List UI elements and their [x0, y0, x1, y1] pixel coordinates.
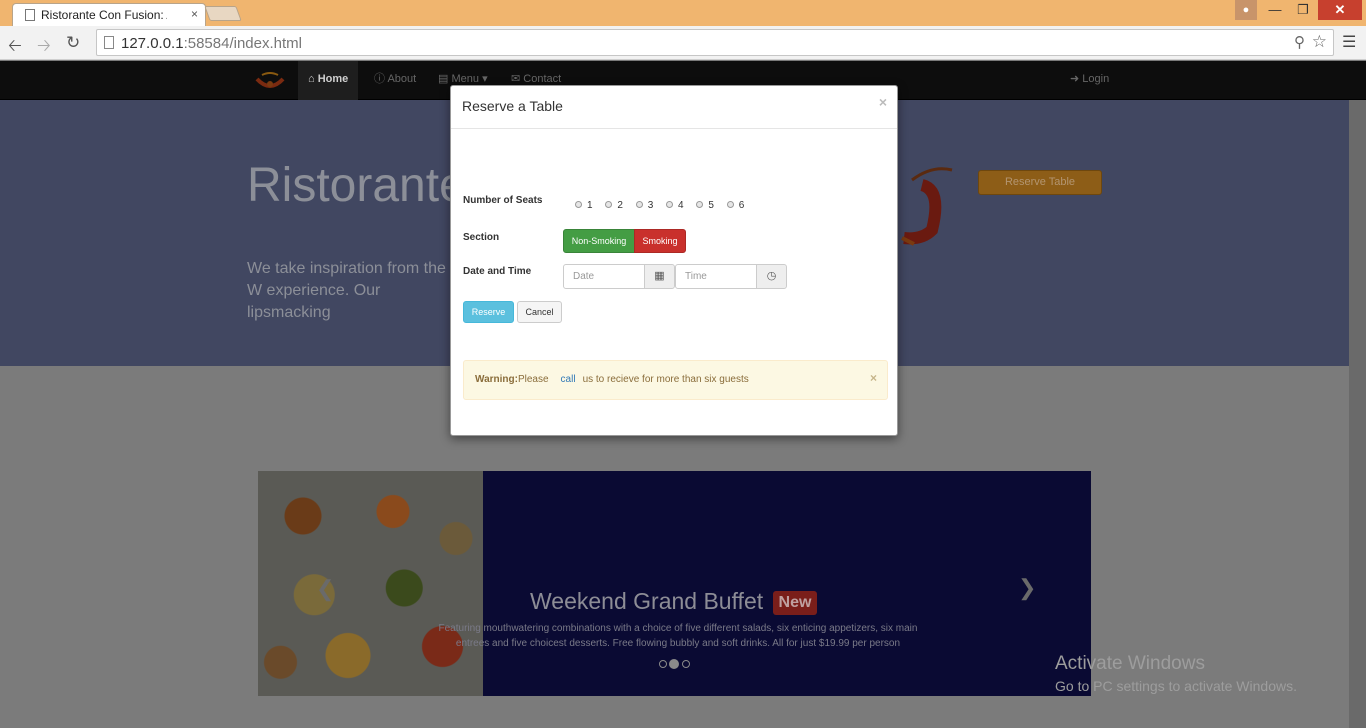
- radio-button[interactable]: [635, 201, 643, 208]
- carousel-title: Weekend Grand Buffet New: [530, 588, 818, 615]
- close-tab-icon[interactable]: ×: [191, 7, 198, 21]
- alert-close-icon[interactable]: ×: [870, 371, 877, 385]
- page-scrollbar[interactable]: [1349, 100, 1366, 728]
- radio-button[interactable]: [726, 201, 734, 208]
- seat-label: 4: [678, 200, 684, 211]
- buffet-image: [258, 471, 483, 696]
- tab-title: Ristorante Con Fusion: Ab: [41, 8, 167, 22]
- reserve-modal: Reserve a Table × Number of Seats 1 2 3 …: [450, 85, 898, 436]
- browser-tab[interactable]: Ristorante Con Fusion: Ab ×: [12, 3, 206, 27]
- carousel-next-icon[interactable]: ❯: [1018, 575, 1036, 601]
- radio-button[interactable]: [666, 201, 674, 208]
- carousel-caption: Featuring mouthwatering combinations wit…: [438, 623, 918, 649]
- time-input[interactable]: Time: [675, 264, 758, 289]
- carousel-indicator-2[interactable]: [669, 659, 679, 669]
- page-icon: [104, 36, 114, 49]
- browser-menu-icon[interactable]: ☰: [1342, 32, 1356, 52]
- browser-toolbar: 🡠 🡢 ↻ 127.0.0.1:58584/index.html ⚲ ☆ ☰: [0, 26, 1366, 60]
- seat-option-2[interactable]: 2: [605, 200, 623, 211]
- seat-option-4[interactable]: 4: [666, 200, 684, 211]
- envelope-icon: ✉: [511, 73, 521, 85]
- carousel-prev-icon[interactable]: ❮: [316, 576, 334, 602]
- info-icon: ⓘ: [374, 73, 385, 85]
- call-link[interactable]: call: [561, 374, 576, 385]
- seats-label: Number of Seats: [463, 195, 543, 206]
- nav-about-label: About: [387, 73, 417, 85]
- minimize-button[interactable]: —: [1262, 0, 1288, 20]
- window-close-button[interactable]: ✕: [1318, 0, 1362, 20]
- carousel-indicator-1[interactable]: [659, 660, 667, 668]
- jumbotron-title: Ristorante: [247, 159, 466, 212]
- seats-radio-group: 1 2 3 4 5 6: [575, 200, 754, 211]
- zoom-icon[interactable]: ⚲: [1294, 33, 1305, 51]
- nav-about[interactable]: ⓘ About: [374, 61, 416, 100]
- restore-button[interactable]: ❐: [1290, 0, 1316, 20]
- back-arrow-icon[interactable]: 🡠: [8, 33, 22, 62]
- seat-option-3[interactable]: 3: [635, 200, 654, 211]
- section-label: Section: [463, 232, 500, 243]
- nav-home-label: Home: [317, 73, 349, 85]
- list-icon: ▤: [438, 73, 449, 85]
- modal-close-icon[interactable]: ×: [879, 94, 887, 110]
- seat-option-5[interactable]: 5: [696, 200, 714, 211]
- warning-alert: Warning:Please call us to recieve for more…: [463, 360, 888, 400]
- forward-arrow-icon[interactable]: 🡢: [37, 33, 51, 62]
- seat-label: 5: [708, 200, 714, 211]
- seat-label: 3: [647, 200, 654, 211]
- nav-login[interactable]: ➜ Login: [1070, 61, 1109, 100]
- nav-menu-label: Menu: [451, 73, 479, 85]
- seat-label: 6: [738, 200, 745, 211]
- non-smoking-button[interactable]: Non-Smoking: [563, 229, 635, 253]
- seat-option-1[interactable]: 1: [575, 200, 593, 211]
- user-icon[interactable]: ●: [1235, 0, 1257, 20]
- carousel-title-text: Weekend Grand Buffet: [530, 588, 764, 614]
- radio-button[interactable]: [696, 201, 704, 208]
- modal-title: Reserve a Table: [462, 98, 563, 114]
- carousel-indicator-3[interactable]: [682, 660, 690, 668]
- home-icon: ⌂: [308, 73, 315, 85]
- jumbotron-text: We take inspiration from the W experienc…: [247, 260, 446, 321]
- warning-text-pre: Please: [517, 374, 549, 385]
- clock-icon[interactable]: ◷: [756, 264, 787, 289]
- seat-label: 2: [617, 200, 623, 211]
- modal-header: Reserve a Table ×: [451, 86, 897, 129]
- new-tab-button[interactable]: [204, 6, 242, 21]
- warning-strong: Warning:: [475, 374, 518, 385]
- restaurant-logo: [901, 167, 953, 246]
- page-viewport: ⌂ Home ⓘ About ▤ Menu ▾ ✉ Contact ➜ Logi…: [0, 61, 1366, 728]
- radio-button[interactable]: [575, 201, 582, 208]
- date-input[interactable]: Date: [563, 264, 646, 289]
- activate-windows-title: Activate Windows: [1055, 653, 1205, 674]
- login-icon: ➜: [1070, 73, 1080, 85]
- url-text[interactable]: 127.0.0.1:58584/index.html: [121, 35, 302, 52]
- smoking-button[interactable]: Smoking: [634, 229, 686, 253]
- nav-home[interactable]: ⌂ Home: [298, 61, 359, 100]
- bookmark-star-icon[interactable]: ☆: [1312, 32, 1327, 52]
- reserve-table-button[interactable]: Reserve Table: [978, 170, 1102, 195]
- seat-label: 1: [587, 200, 593, 211]
- reserve-button[interactable]: Reserve: [463, 301, 514, 323]
- new-badge: New: [772, 591, 818, 615]
- datetime-label: Date and Time: [463, 266, 532, 277]
- address-bar[interactable]: 127.0.0.1:58584/index.html ⚲ ☆: [96, 29, 1334, 56]
- url-host: 127.0.0.1: [121, 35, 184, 52]
- reload-icon[interactable]: ↻: [66, 33, 80, 53]
- calendar-icon[interactable]: ▦: [644, 264, 675, 289]
- radio-button[interactable]: [605, 201, 613, 208]
- caret-down-icon: ▾: [482, 73, 488, 85]
- brand-logo[interactable]: [254, 69, 286, 93]
- browser-titlebar: Ristorante Con Fusion: Ab × ● — ❐ ✕: [0, 0, 1366, 27]
- nav-login-label: Login: [1082, 73, 1110, 85]
- cancel-button[interactable]: Cancel: [517, 301, 562, 323]
- nav-contact-label: Contact: [523, 73, 562, 85]
- carousel: ❮ Weekend Grand Buffet New Featuring mou…: [258, 471, 1091, 696]
- seat-option-6[interactable]: 6: [726, 200, 745, 211]
- warning-text-post: us to recieve for more than six guests: [582, 374, 749, 385]
- url-path: :58584/index.html: [183, 35, 302, 52]
- document-icon: [25, 9, 35, 21]
- activate-windows-subtitle: Go to PC settings to activate Windows.: [1055, 678, 1297, 694]
